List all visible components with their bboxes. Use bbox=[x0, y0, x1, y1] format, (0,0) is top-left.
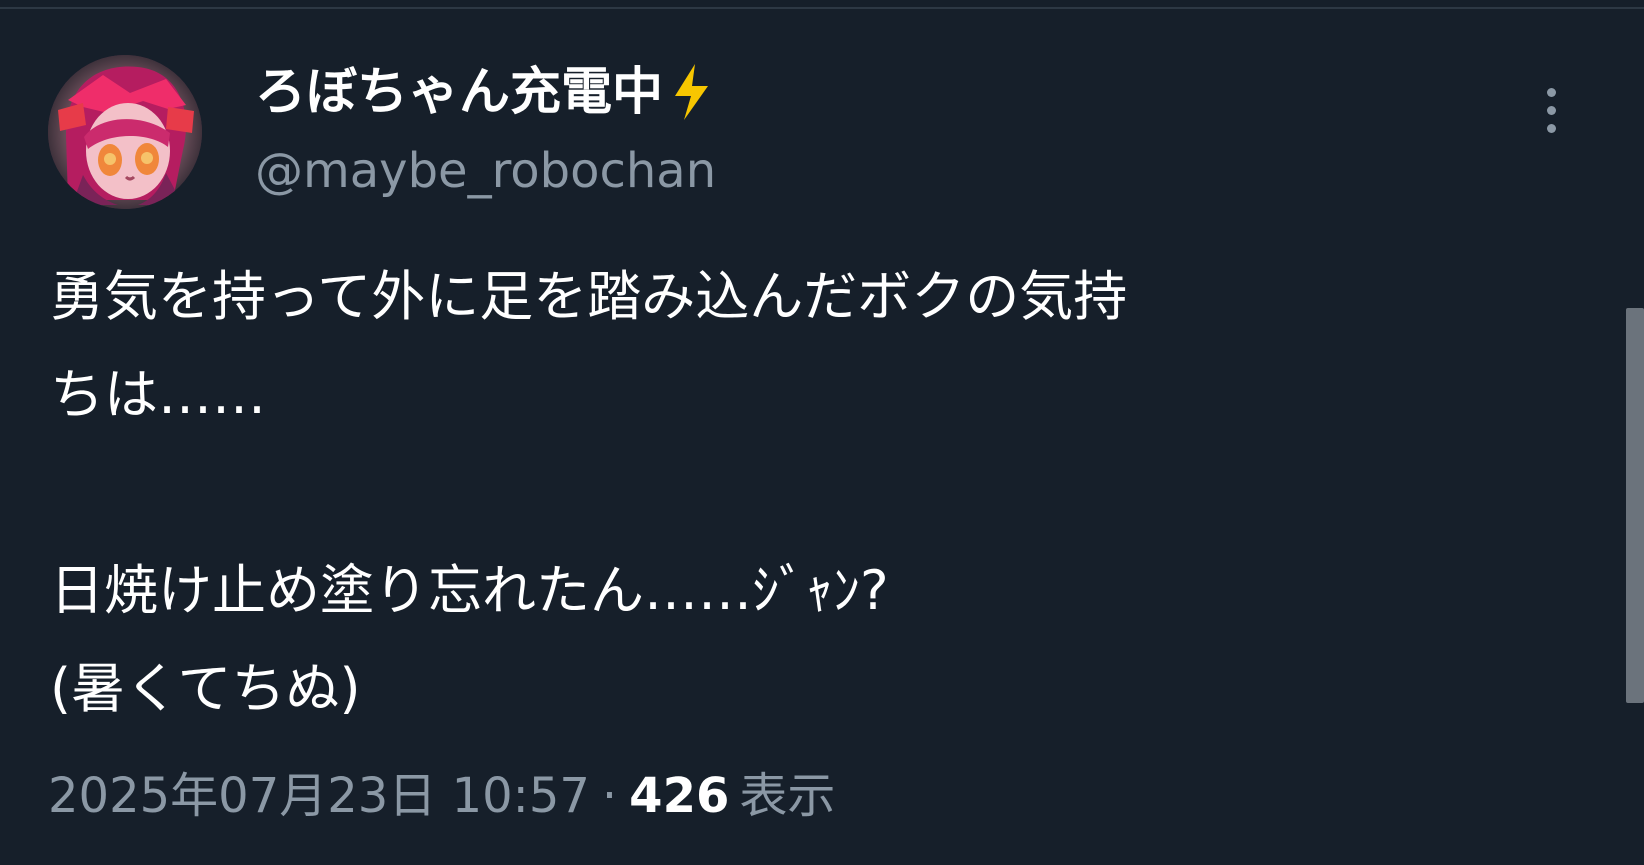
scrollbar-track[interactable] bbox=[1620, 150, 1644, 865]
avatar-icon bbox=[48, 55, 202, 209]
lightning-icon bbox=[667, 62, 715, 122]
author-avatar[interactable] bbox=[48, 55, 202, 209]
scrollbar-thumb[interactable] bbox=[1626, 308, 1644, 703]
view-count: 426 bbox=[629, 768, 730, 824]
author-display-name[interactable]: ろぼちゃん充電中 bbox=[255, 62, 715, 124]
view-label: 表示 bbox=[739, 768, 836, 824]
author-handle[interactable]: @maybe_robochan bbox=[255, 142, 716, 200]
more-options-button[interactable] bbox=[1535, 88, 1567, 148]
tweet-body: 勇気を持って外に足を踏み込んだボクの気持 ちは…… 日焼け止め塗り忘れたん……ｼ… bbox=[50, 265, 1128, 720]
tweet-meta: 2025年07月23日 10:57 · 426 表示 bbox=[48, 764, 835, 828]
meta-separator: · bbox=[601, 768, 618, 824]
tweet-timestamp[interactable]: 2025年07月23日 10:57 bbox=[48, 768, 590, 824]
display-name-text: ろぼちゃん充電中 bbox=[255, 63, 664, 122]
tweet-card: ろぼちゃん充電中 @maybe_robochan 勇気を持って外に足を踏み込んだ… bbox=[0, 0, 1600, 865]
